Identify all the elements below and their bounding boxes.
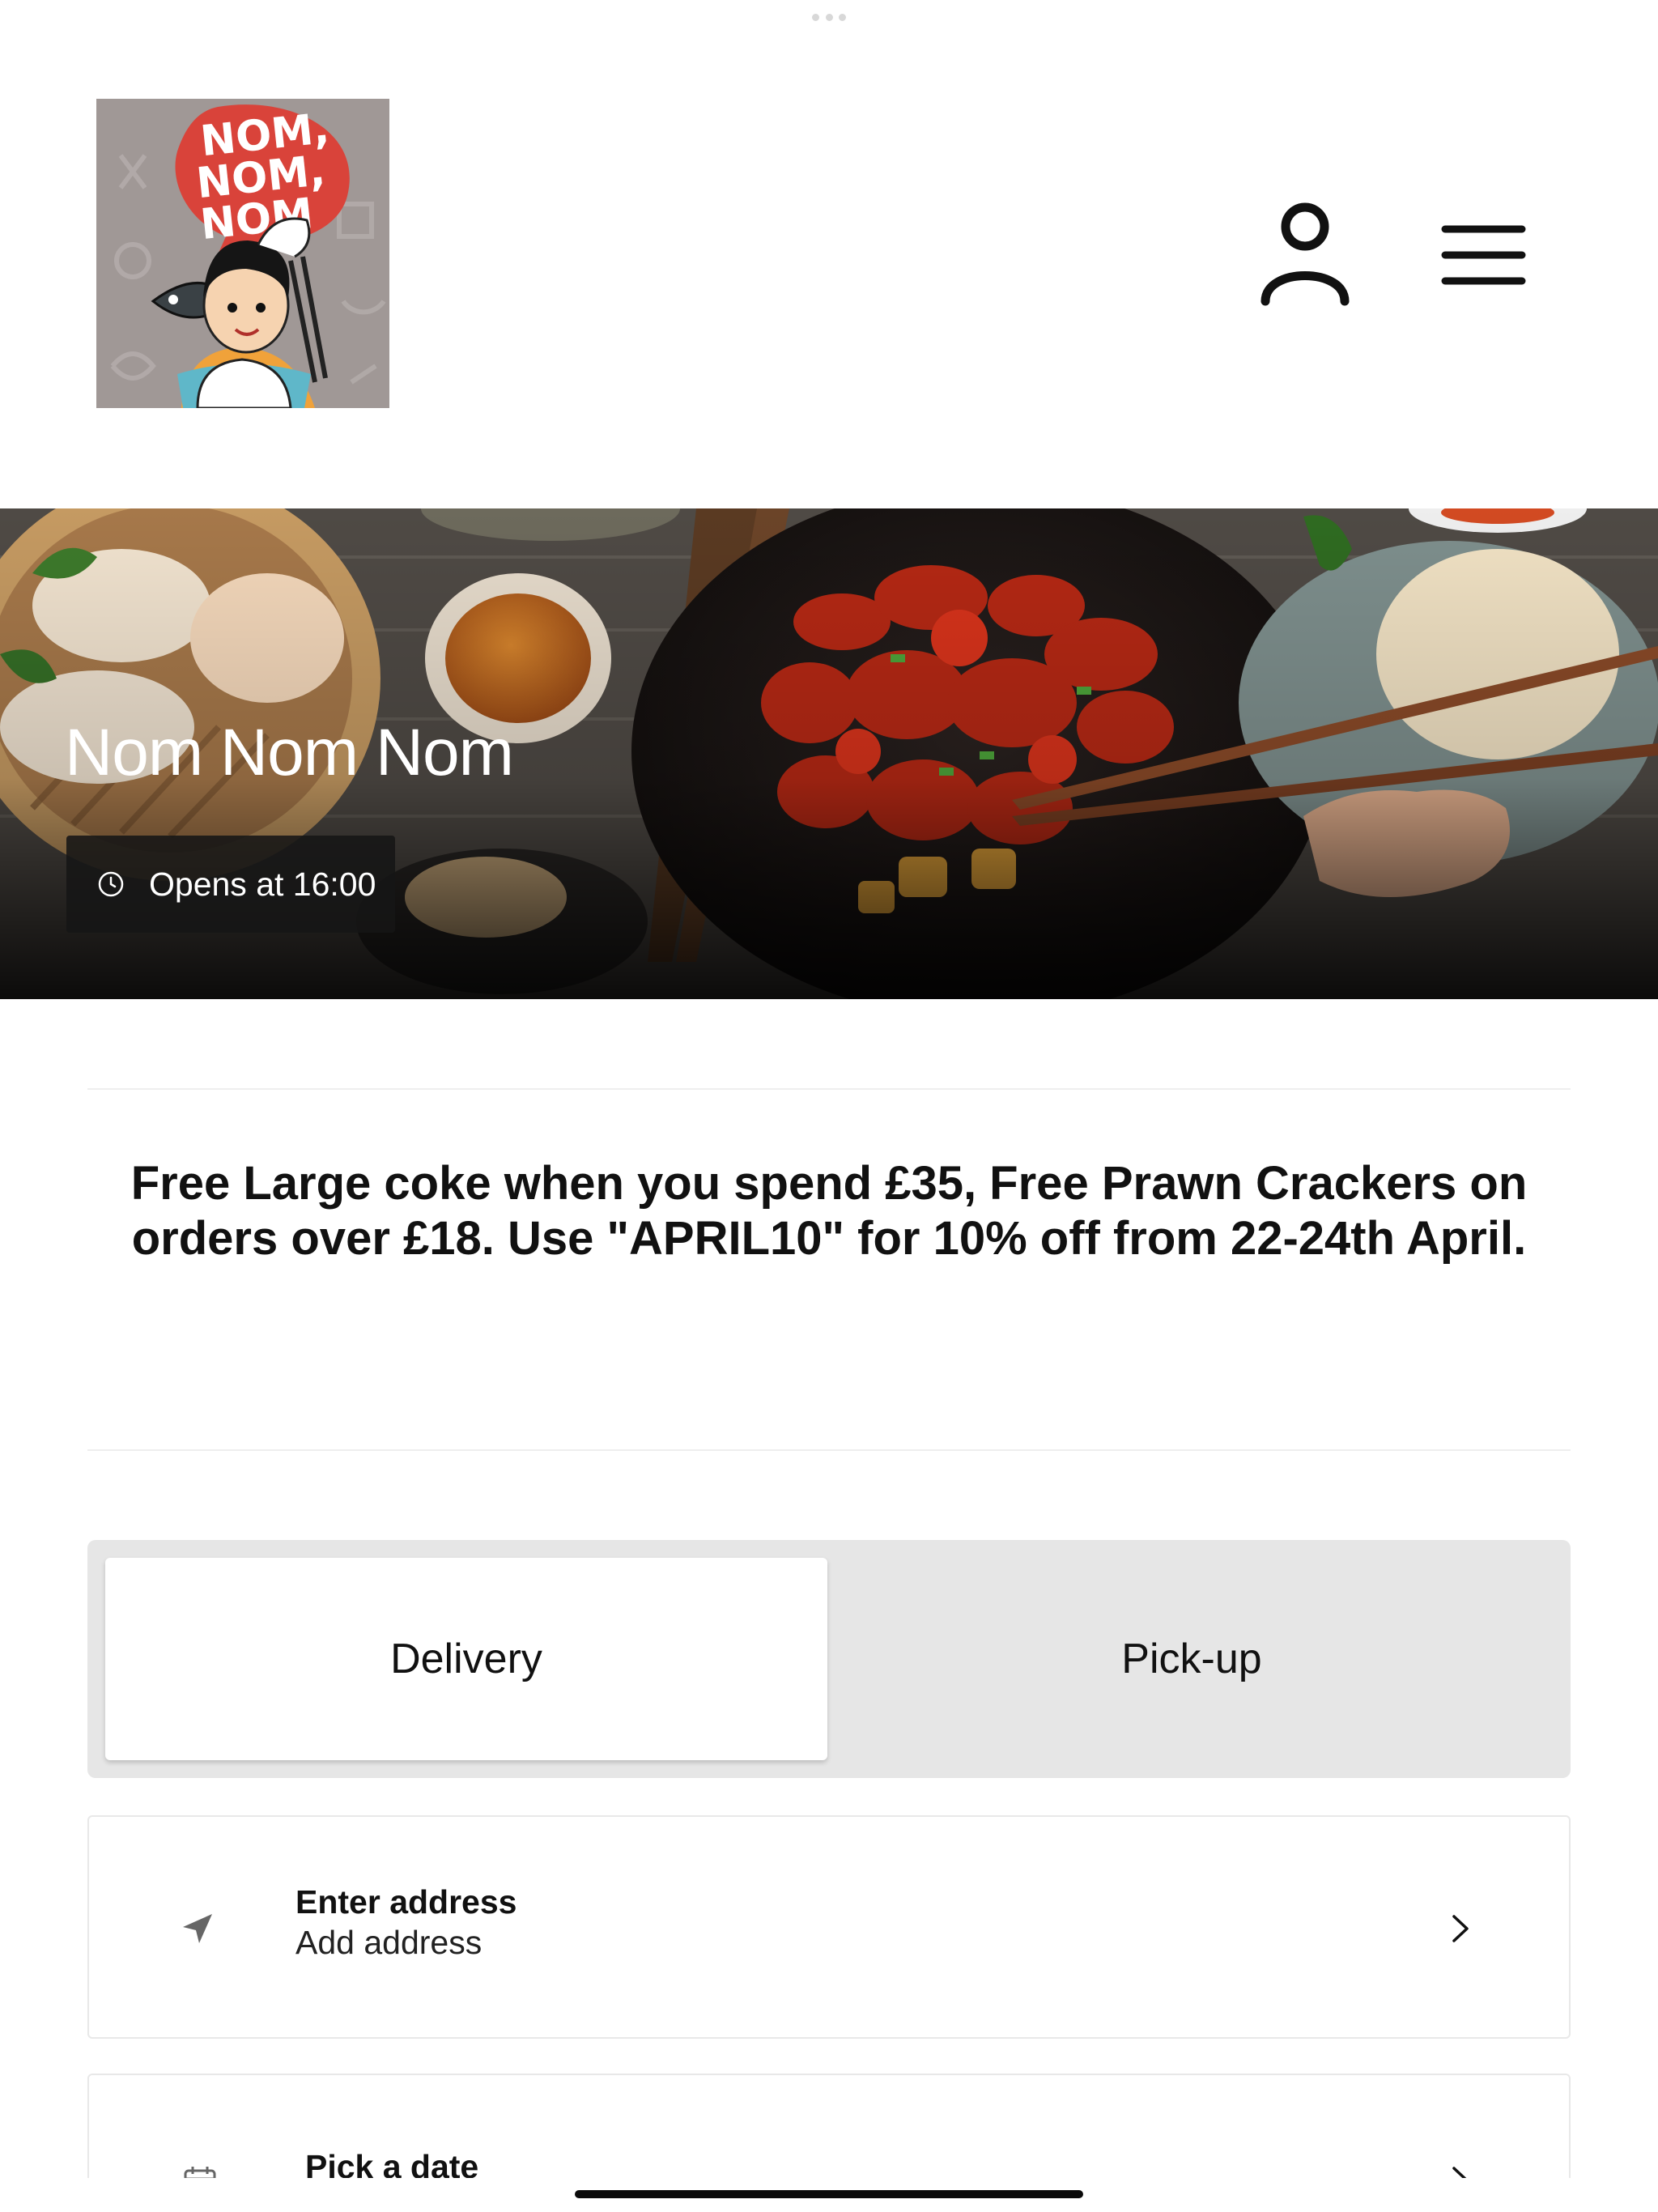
divider [87,1449,1571,1451]
opening-hours-badge: Opens at 16:00 [66,836,395,933]
divider [87,1088,1571,1090]
address-card-subtitle: Add address [295,1924,483,1961]
order-mode-toggle: Delivery Pick-up [87,1540,1571,1778]
location-arrow-icon [180,1911,215,1946]
restaurant-name: Nom Nom Nom [65,716,514,789]
promo-line-1: Free Large coke when you spend £35, Free… [130,1157,1528,1210]
opening-hours-text: Opens at 16:00 [149,865,376,903]
hamburger-menu-icon [1441,225,1526,285]
account-button[interactable] [1259,202,1352,308]
hero-banner: Nom Nom Nom Opens at 16:00 [0,508,1658,999]
promo-message: Free Large coke when you spend £35, Free… [87,1156,1571,1266]
site-header: NOM, NOM, NOM [0,0,1658,508]
pickup-option[interactable]: Pick-up [831,1558,1553,1760]
clock-icon [97,870,125,898]
address-card[interactable]: Enter address Add address [87,1815,1571,2039]
promo-line-2: orders over £18. Use "APRIL10" for 10% o… [131,1212,1527,1265]
home-indicator[interactable] [575,2190,1083,2198]
address-card-title: Enter address [295,1883,517,1921]
menu-button[interactable] [1433,215,1530,296]
restaurant-logo[interactable]: NOM, NOM, NOM [96,99,389,408]
delivery-option[interactable]: Delivery [105,1558,827,1760]
chevron-right-icon [1448,1912,1472,1945]
user-icon [1261,202,1350,306]
